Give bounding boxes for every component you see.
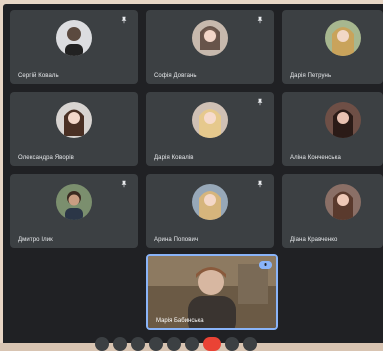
push-pin-icon[interactable]: [120, 16, 128, 24]
push-pin-icon[interactable]: [120, 180, 128, 188]
participant-tile[interactable]: Сергій Коваль: [10, 10, 138, 84]
push-pin-icon[interactable]: [256, 16, 264, 24]
avatar-image: [192, 184, 228, 220]
info-button[interactable]: [225, 337, 239, 351]
raise-hand-button[interactable]: [167, 337, 181, 351]
participant-name: Діана Кравченко: [290, 237, 338, 243]
participant-tile[interactable]: Діана Кравченко: [282, 174, 383, 248]
avatar-image: [56, 20, 92, 56]
end-call-icon[interactable]: [203, 337, 221, 351]
avatar-image: [192, 102, 228, 138]
participant-tile[interactable]: Дмитро Ілик: [10, 174, 138, 248]
captions-button[interactable]: [131, 337, 145, 351]
mic-icon: [259, 261, 272, 269]
participant-name: Аліна Конченська: [290, 155, 341, 161]
more-options-button[interactable]: [185, 337, 199, 351]
avatar-image: [324, 20, 361, 56]
avatar: [324, 102, 361, 138]
push-pin-icon[interactable]: [256, 98, 264, 106]
present-button[interactable]: [149, 337, 163, 351]
avatar-image: [56, 184, 92, 220]
call-controls: [95, 337, 257, 351]
avatar: [192, 184, 228, 220]
participant-name: Дарія Ковалів: [154, 155, 194, 161]
participant-tile[interactable]: Дарія Ковалів: [146, 92, 274, 166]
avatar: [192, 102, 228, 138]
screen-frame: Сергій Коваль Софія Довгань Дарія Петрун…: [0, 0, 383, 351]
participant-name: Софія Довгань: [154, 73, 197, 79]
participant-name: Олександра Яворів: [18, 155, 74, 161]
participant-tile[interactable]: Олександра Яворів: [10, 92, 138, 166]
avatar: [324, 20, 361, 56]
avatar-image: [324, 102, 361, 138]
participant-name: Дмитро Ілик: [18, 237, 53, 243]
push-pin-icon[interactable]: [256, 180, 264, 188]
self-view-tile[interactable]: Марія Бабинська: [146, 254, 278, 330]
participant-tile[interactable]: Софія Довгань: [146, 10, 274, 84]
participant-name: Арина Попович: [154, 237, 199, 243]
meeting-grid: Сергій Коваль Софія Довгань Дарія Петрун…: [3, 4, 383, 351]
participant-tile[interactable]: Дарія Петрунь: [282, 10, 383, 84]
participant-name: Сергій Коваль: [18, 73, 59, 79]
avatar: [324, 184, 361, 220]
avatar-image: [56, 102, 92, 138]
avatar: [56, 102, 92, 138]
participant-tile[interactable]: Арина Попович: [146, 174, 274, 248]
participant-name: Дарія Петрунь: [290, 73, 332, 79]
mic-toggle-button[interactable]: [95, 337, 109, 351]
avatar-image: [324, 184, 361, 220]
avatar: [56, 184, 92, 220]
people-button[interactable]: [243, 337, 257, 351]
camera-toggle-button[interactable]: [113, 337, 127, 351]
avatar: [56, 20, 92, 56]
self-name: Марія Бабинська: [156, 318, 204, 324]
avatar: [192, 20, 228, 56]
avatar-image: [192, 20, 228, 56]
participant-tile[interactable]: Аліна Конченська: [282, 92, 383, 166]
